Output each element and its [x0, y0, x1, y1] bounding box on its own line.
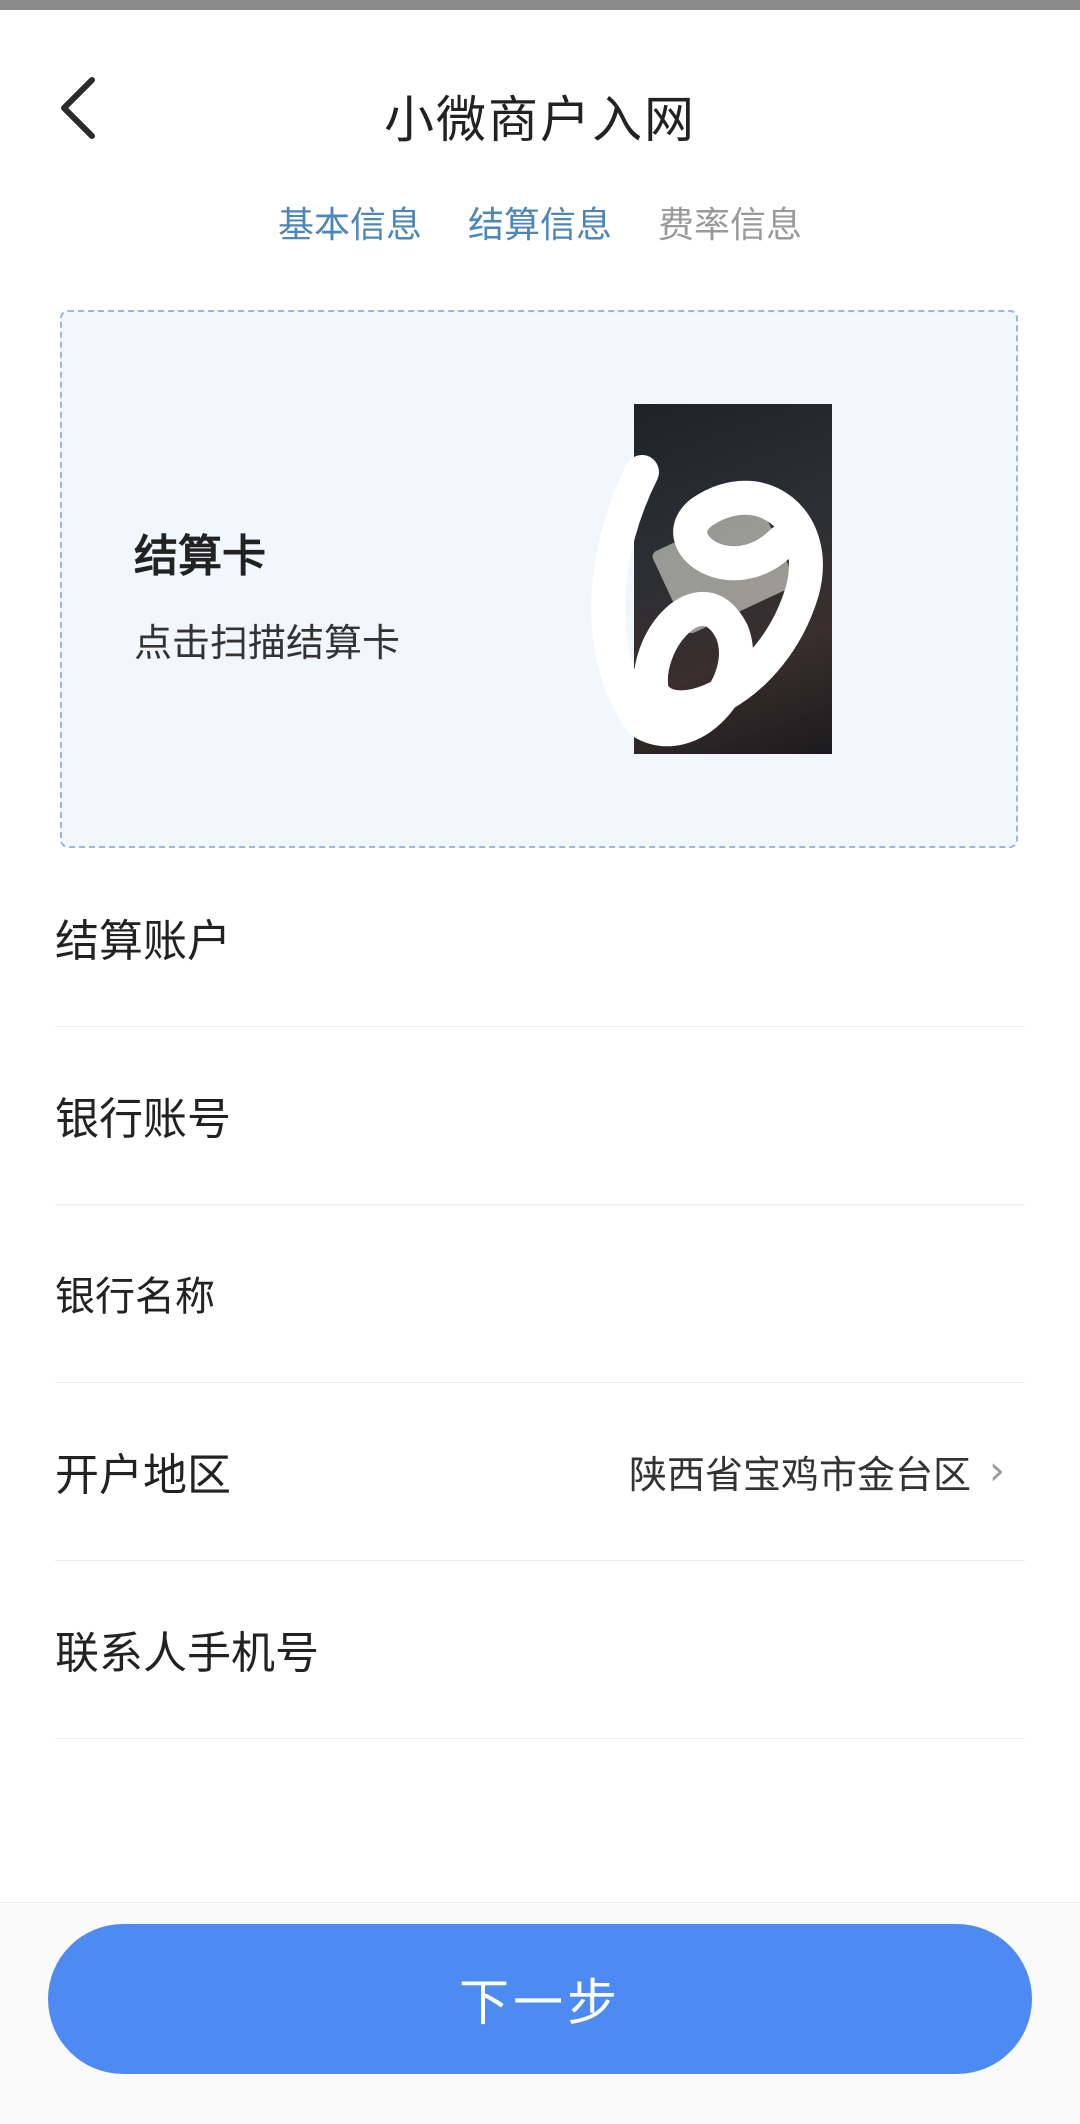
account-region-text: 陕西省宝鸡市金台区 [628, 1452, 971, 1497]
contact-phone-row[interactable]: 联系人手机号 [55, 1560, 1025, 1739]
scan-settlement-card-area[interactable]: 结算卡 点击扫描结算卡 [60, 310, 1018, 848]
contact-phone-label: 联系人手机号 [55, 1628, 319, 1679]
step-indicator: 基本信息 结算信息 费率信息 [0, 196, 1080, 256]
bank-account-number-row[interactable]: 银行账号 [55, 1026, 1025, 1205]
bank-card-shape [650, 502, 798, 636]
top-status-strip [0, 0, 1080, 10]
navigation-header: 小微商户入网 [0, 10, 1080, 190]
redaction-scribble [730, 1610, 1020, 1705]
account-region-value: 陕西省宝鸡市金台区 › [629, 1382, 1005, 1560]
settlement-account-label: 结算账户 [55, 916, 231, 967]
bank-name-row[interactable]: 银行名称 › [55, 1204, 1025, 1383]
bank-name-value: › [971, 1204, 1005, 1382]
chevron-right-icon: › [989, 1448, 1005, 1494]
account-region-label: 开户地区 [55, 1450, 231, 1501]
redaction-scribble [595, 1069, 1025, 1186]
settlement-account-row[interactable]: 结算账户 [55, 848, 1025, 1027]
bank-account-number-label: 银行账号 [55, 1094, 231, 1145]
chevron-right-icon: › [989, 1270, 1005, 1316]
settlement-card-hint: 点击扫描结算卡 [134, 621, 401, 665]
step-settlement-info[interactable]: 结算信息 [466, 196, 614, 256]
account-region-row[interactable]: 开户地区 陕西省宝鸡市金台区 › [55, 1382, 1025, 1561]
settlement-card-photo [634, 404, 832, 754]
step-basic-info[interactable]: 基本信息 [276, 196, 424, 256]
next-step-button[interactable]: 下一步 [48, 1924, 1032, 2074]
step-rate-info[interactable]: 费率信息 [656, 196, 804, 256]
settlement-card-title: 结算卡 [134, 531, 266, 582]
page-title: 小微商户入网 [384, 91, 696, 149]
bank-name-label: 银行名称 [55, 1274, 215, 1320]
redaction-scribble [823, 886, 1022, 1018]
